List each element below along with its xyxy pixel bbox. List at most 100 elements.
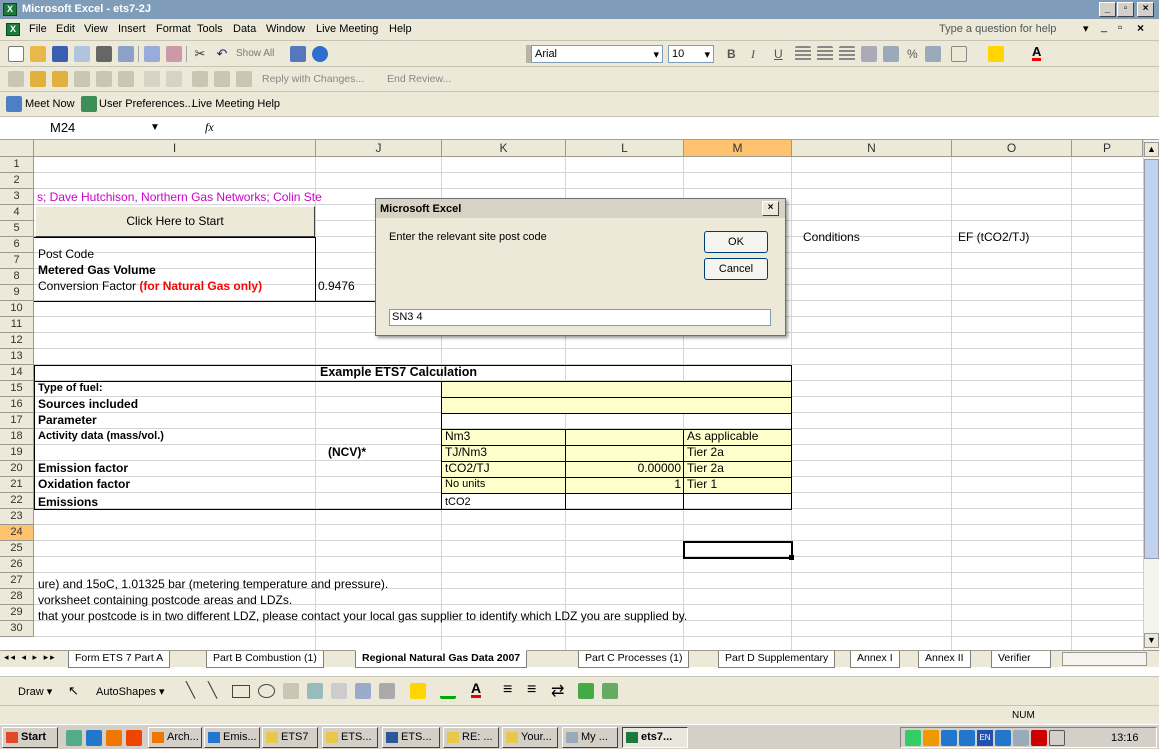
start-button[interactable]: Start	[2, 727, 58, 748]
dash-style-icon[interactable]: ≡	[527, 681, 536, 699]
menu-tools[interactable]: Tools	[197, 23, 223, 35]
clip-art-icon[interactable]	[355, 683, 371, 699]
undo-icon[interactable]: ↶	[214, 46, 230, 62]
row-header-23[interactable]: 23	[0, 509, 34, 525]
scroll-down-icon[interactable]: ▼	[1144, 633, 1159, 648]
column-header-k[interactable]: K	[442, 140, 566, 157]
fill-color-icon[interactable]	[988, 46, 1004, 62]
autoshapes-menu[interactable]: AutoShapes ▾	[96, 685, 165, 698]
next-comment-icon[interactable]	[74, 71, 90, 87]
show-all-comments-icon[interactable]	[118, 71, 134, 87]
row-header-14[interactable]: 14	[0, 365, 34, 381]
line-color-icon[interactable]	[440, 683, 456, 699]
ok-button[interactable]: OK	[704, 231, 768, 253]
horizontal-scrollbar[interactable]	[1062, 652, 1147, 666]
row-header-16[interactable]: 16	[0, 397, 34, 413]
menu-edit[interactable]: Edit	[56, 23, 75, 35]
shadow-icon[interactable]	[578, 683, 594, 699]
row-header-1[interactable]: 1	[0, 157, 34, 173]
row-header-20[interactable]: 20	[0, 461, 34, 477]
row-header-8[interactable]: 8	[0, 269, 34, 285]
row-header-2[interactable]: 2	[0, 173, 34, 189]
tab-verifier[interactable]: Verifier	[991, 651, 1051, 668]
sheet-nav-icons[interactable]: ◂◂ ◂ ▸ ▸▸	[4, 652, 57, 663]
tab-form-ets7-part-a[interactable]: Form ETS 7 Part A	[68, 651, 171, 668]
select-objects-icon[interactable]: ↖	[68, 683, 79, 699]
scroll-thumb[interactable]	[1144, 159, 1159, 559]
rectangle-icon[interactable]	[232, 685, 250, 698]
font-color-draw-icon[interactable]: A	[471, 681, 482, 698]
doc-minimize-icon[interactable]: _	[1101, 21, 1107, 33]
meet-now-button[interactable]: Meet Now	[25, 98, 75, 110]
menu-window[interactable]: Window	[266, 23, 305, 35]
menu-file[interactable]: File	[29, 23, 47, 35]
task-my[interactable]: My ...	[562, 727, 618, 748]
tab-annex-ii[interactable]: Annex II	[918, 651, 971, 668]
dialog-close-button[interactable]: ×	[762, 201, 779, 216]
column-header-m[interactable]: M	[684, 140, 792, 157]
print-icon[interactable]	[96, 46, 112, 62]
user-preferences-button[interactable]: User Preferences...	[99, 98, 194, 110]
oval-icon[interactable]	[258, 684, 275, 698]
task-emis[interactable]: Emis...	[204, 727, 260, 748]
arrow-style-icon[interactable]: ⇄	[551, 681, 564, 701]
column-header-j[interactable]: J	[316, 140, 442, 157]
draw-menu[interactable]: Draw ▾	[18, 685, 52, 698]
doc-close-icon[interactable]: ×	[1137, 21, 1144, 35]
restore-button[interactable]: ▫	[1117, 2, 1134, 17]
fill-color-draw-icon[interactable]	[410, 683, 426, 699]
click-here-to-start-button[interactable]: Click Here to Start	[35, 206, 315, 237]
row-header-22[interactable]: 22	[0, 493, 34, 509]
align-center-icon[interactable]	[817, 46, 833, 62]
row-header-29[interactable]: 29	[0, 605, 34, 621]
row-header-26[interactable]: 26	[0, 557, 34, 573]
update-file-icon[interactable]	[236, 71, 252, 87]
close-button[interactable]: ×	[1137, 2, 1154, 17]
quicklaunch-app-icon[interactable]	[126, 730, 142, 746]
arrow-icon[interactable]: ╲	[208, 681, 217, 699]
active-cell-m24[interactable]	[683, 541, 793, 559]
row-header-7[interactable]: 7	[0, 253, 34, 269]
row-header-6[interactable]: 6	[0, 237, 34, 253]
merge-center-icon[interactable]	[861, 46, 877, 62]
mail-recipient-icon[interactable]	[214, 71, 230, 87]
row-header-19[interactable]: 19	[0, 445, 34, 461]
tab-annex-i[interactable]: Annex I	[850, 651, 900, 668]
research-icon[interactable]	[166, 46, 182, 62]
row-header-13[interactable]: 13	[0, 349, 34, 365]
font-name-select[interactable]: Arial ▾	[531, 45, 663, 63]
wordart-icon[interactable]	[307, 683, 323, 699]
new-comment-icon[interactable]	[30, 71, 46, 87]
menu-data[interactable]: Data	[233, 23, 256, 35]
save-icon[interactable]	[52, 46, 68, 62]
delete-comment-icon[interactable]	[144, 71, 160, 87]
document-icon[interactable]: X	[6, 23, 20, 36]
tray-icon-5[interactable]	[995, 730, 1011, 746]
row-header-4[interactable]: 4	[0, 205, 34, 221]
previous-comment-icon[interactable]	[52, 71, 68, 87]
menu-live-meeting[interactable]: Live Meeting	[316, 23, 378, 35]
underline-button[interactable]: U	[774, 47, 783, 61]
name-box[interactable]: M24	[50, 120, 180, 137]
end-review-button[interactable]: End Review...	[387, 73, 451, 85]
select-all-corner[interactable]	[0, 140, 34, 157]
track-icon[interactable]	[166, 71, 182, 87]
task-arch[interactable]: Arch...	[148, 727, 202, 748]
scroll-up-icon[interactable]: ▲	[1144, 142, 1159, 157]
tab-regional-natural-gas-data[interactable]: Regional Natural Gas Data 2007	[355, 650, 528, 668]
spelling-icon[interactable]	[144, 46, 160, 62]
align-left-icon[interactable]	[795, 46, 811, 62]
row-header-15[interactable]: 15	[0, 381, 34, 397]
line-style-icon[interactable]: ≡	[503, 681, 512, 699]
diagram-icon[interactable]	[331, 683, 347, 699]
tray-icon-6[interactable]	[1013, 730, 1029, 746]
show-all-label[interactable]: Show All	[236, 48, 274, 59]
live-meeting-help-button[interactable]: Live Meeting Help	[192, 98, 280, 110]
quicklaunch-ie-icon[interactable]	[86, 730, 102, 746]
tab-part-b-combustion[interactable]: Part B Combustion (1)	[206, 651, 324, 668]
tab-part-c-processes[interactable]: Part C Processes (1)	[578, 651, 690, 668]
3d-icon[interactable]	[602, 683, 618, 699]
row-header-21[interactable]: 21	[0, 477, 34, 493]
column-header-o[interactable]: O	[952, 140, 1072, 157]
textbox-icon[interactable]	[283, 683, 299, 699]
